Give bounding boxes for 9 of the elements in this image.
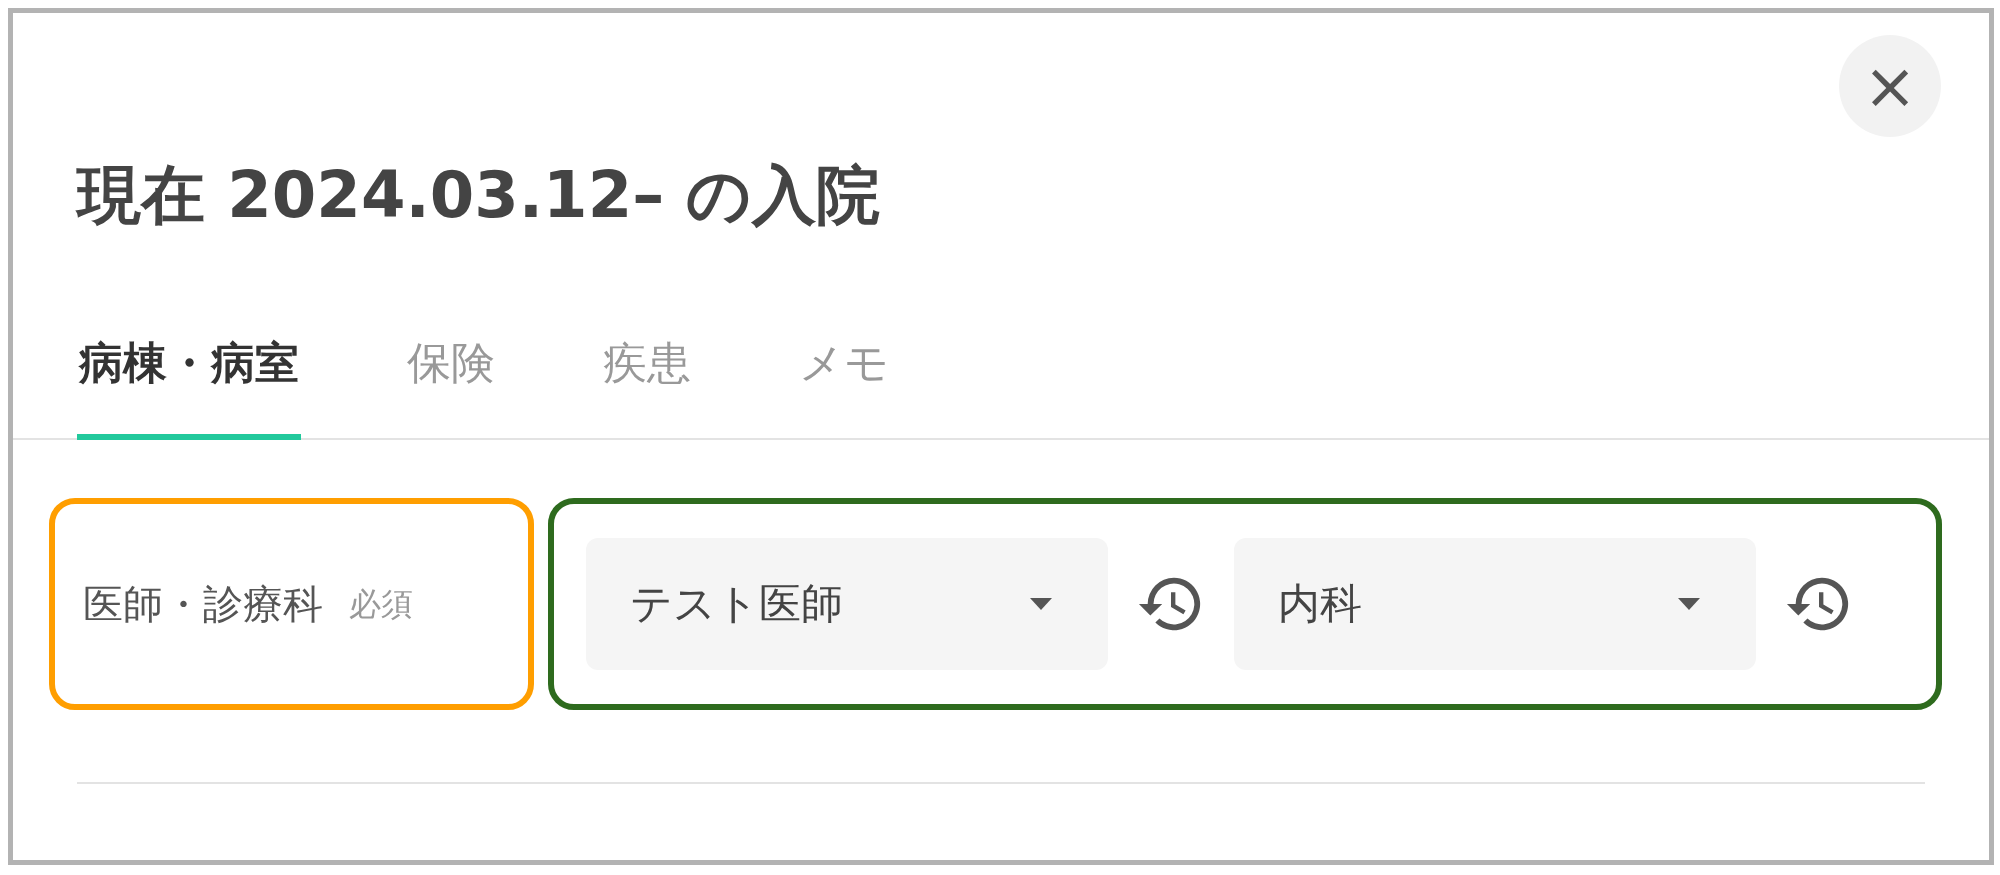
- select-field[interactable]: 内科: [1234, 537, 1756, 670]
- caret-icon: [1030, 597, 1052, 610]
- select-field[interactable]: テスト医師: [586, 537, 1108, 670]
- dialog-title: 現在 2024.03.12– の入院: [77, 163, 881, 227]
- required-label: 必須: [349, 583, 413, 625]
- field-label: 医師・診療科: [83, 579, 323, 629]
- close-button[interactable]: ×: [1839, 35, 1941, 137]
- tab[interactable]: 病棟・病室: [77, 337, 301, 440]
- caret-icon: [1678, 597, 1700, 610]
